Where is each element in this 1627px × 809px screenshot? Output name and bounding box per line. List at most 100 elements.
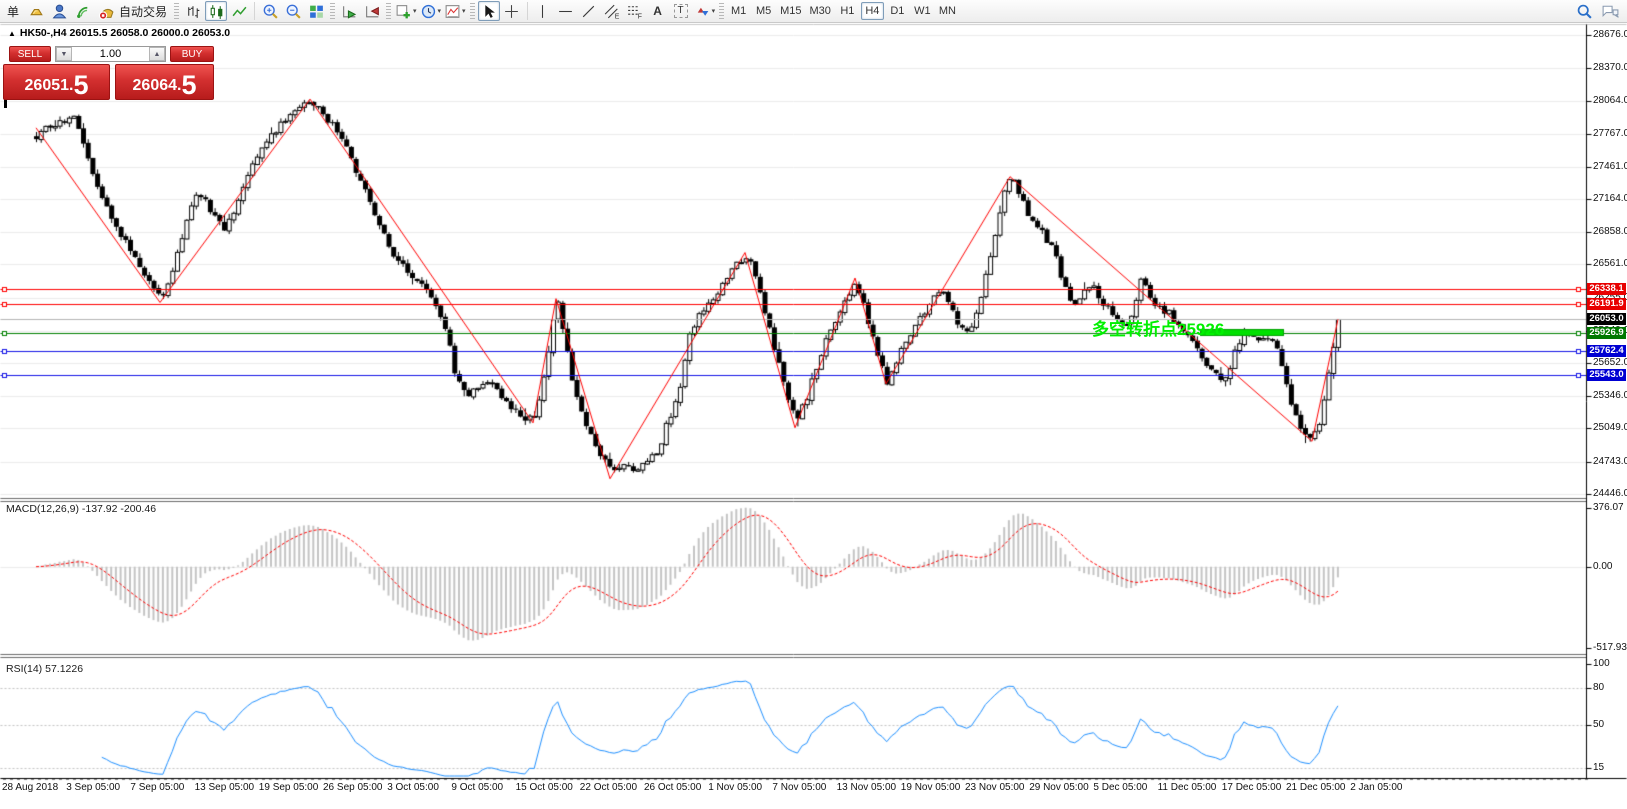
one-click-trading-panel: SELL ▼ 1.00 ▲ BUY 26051. 5 26064. 5 (3, 45, 214, 100)
price-axis-label: 24743.0 (1593, 455, 1627, 467)
time-axis-label: 26 Sep 05:00 (323, 782, 383, 793)
time-axis-label: 11 Dec 05:00 (1157, 782, 1217, 793)
sell-button[interactable]: SELL (9, 46, 51, 62)
volume-up-button[interactable]: ▲ (149, 47, 165, 61)
dropdown-caret[interactable]: ▾ (438, 7, 442, 15)
time-axis-label: 19 Nov 05:00 (900, 782, 961, 793)
rsi-axis-label: 50 (1593, 719, 1605, 730)
price-badge-26053.0: 26053.0 (1587, 313, 1626, 326)
buy-price-button[interactable]: 26064. 5 (115, 64, 214, 100)
autotrading-button[interactable]: 自动交易 (94, 1, 171, 21)
vertical-line-tool-button[interactable] (532, 1, 554, 21)
experts-icon[interactable] (48, 1, 70, 21)
price-badge-25543.0: 25543.0 (1587, 368, 1626, 381)
text-tool-button[interactable]: A (647, 1, 669, 21)
profiles-button[interactable]: ▾ (419, 1, 443, 21)
toolbar-grip (386, 3, 392, 19)
price-axis-label: 28064.0 (1593, 95, 1627, 107)
price-chart-canvas[interactable] (0, 0, 1627, 809)
timeframe-MN[interactable]: MN (936, 2, 959, 20)
price-badge-25926.9: 25926.9 (1587, 327, 1626, 340)
price-badge-25762.4: 25762.4 (1587, 345, 1626, 357)
timeframe-M1[interactable]: M1 (727, 2, 750, 20)
price-axis-label: 26858.0 (1593, 226, 1627, 238)
time-axis-label: 19 Sep 05:00 (258, 782, 319, 793)
trendline-tool-button[interactable] (578, 1, 600, 21)
price-axis-label: 26561.0 (1593, 258, 1627, 270)
price-axis-label: 25652.0 (1593, 356, 1627, 368)
time-axis-label: 9 Oct 05:00 (451, 782, 504, 793)
time-axis-label: 17 Dec 05:00 (1221, 782, 1282, 793)
tile-windows-button[interactable] (305, 1, 327, 21)
time-axis-label: 29 Nov 05:00 (1029, 782, 1089, 793)
candle-chart-button[interactable] (205, 1, 228, 21)
zoom-out-button[interactable] (282, 1, 304, 21)
timeframe-D1[interactable]: D1 (886, 2, 909, 20)
sell-price-big-digit: 5 (73, 70, 89, 100)
crosshair-tool-button[interactable] (501, 1, 523, 21)
time-axis-label: 13 Nov 05:00 (836, 782, 897, 793)
time-axis-label: 22 Oct 05:00 (579, 782, 638, 793)
timeframe-M30[interactable]: M30 (806, 2, 833, 20)
dropdown-caret[interactable]: ▾ (413, 7, 417, 15)
time-axis-label: 7 Sep 05:00 (130, 782, 185, 793)
zoom-in-button[interactable] (259, 1, 281, 21)
time-axis-label: 2 Jan 05:00 (1350, 782, 1403, 793)
timeframe-M5[interactable]: M5 (752, 2, 775, 20)
time-axis-label: 28 Aug 2018 (2, 782, 59, 793)
toolbar-grip (469, 3, 475, 19)
signal-icon[interactable] (71, 1, 93, 21)
svg-text:F: F (638, 13, 642, 20)
timeframe-M15[interactable]: M15 (777, 2, 804, 20)
timeframe-H1[interactable]: H1 (836, 2, 859, 20)
symbol-ohlc-text: HK50-,H4 26015.5 26058.0 26000.0 26053.0 (19, 27, 231, 39)
fibonacci-tool-button[interactable]: F (624, 1, 646, 21)
rsi-axis-label: 80 (1593, 682, 1605, 694)
rsi-axis-label: 100 (1593, 657, 1610, 669)
toolbar-separator (254, 2, 256, 20)
macd-value-signal: -200.46 (120, 503, 157, 515)
time-axis-label: 21 Dec 05:00 (1286, 782, 1346, 793)
time-axis-label: 5 Dec 05:00 (1093, 782, 1148, 793)
horizontal-line-tool-button[interactable] (555, 1, 577, 21)
macd-axis-label: 0.00 (1593, 560, 1613, 572)
indicators-button[interactable]: ▾ (443, 1, 467, 21)
price-axis-label: 28676.0 (1593, 29, 1627, 40)
volume-down-button[interactable]: ▼ (56, 47, 72, 61)
chart-annotation-text[interactable]: 多空转折点25926 (1092, 315, 1224, 340)
price-axis-label: 27461.0 (1593, 160, 1627, 172)
time-axis-label: 15 Oct 05:00 (515, 782, 573, 793)
new-chart-button[interactable]: ▾ (394, 1, 418, 21)
auto-scroll-button[interactable] (338, 1, 360, 21)
search-icon[interactable] (1573, 1, 1595, 21)
toolbar-separator (526, 2, 528, 20)
equidistant-channel-tool-button[interactable]: E (601, 1, 623, 21)
buy-button[interactable]: BUY (170, 46, 214, 62)
bar-chart-button[interactable] (182, 1, 204, 21)
sell-price-button[interactable]: 26051. 5 (3, 64, 110, 100)
new-order-button[interactable]: 单 (2, 1, 24, 21)
dropdown-caret[interactable]: ▾ (712, 7, 716, 15)
price-badge-26191.9: 26191.9 (1587, 298, 1626, 311)
toolbar-right (1573, 1, 1625, 21)
rsi-axis-label: 15 (1593, 761, 1605, 773)
chat-icon[interactable] (1599, 1, 1621, 21)
line-chart-button[interactable] (228, 1, 250, 21)
gold-icon[interactable] (25, 1, 47, 21)
toolbar-grip (330, 3, 336, 19)
timeframe-W1[interactable]: W1 (911, 2, 934, 20)
arrows-tool-button[interactable]: ▾ (693, 1, 717, 21)
chart-shift-button[interactable] (361, 1, 383, 21)
text-label-tool-button[interactable]: T (670, 1, 692, 21)
toolbar-grip (719, 3, 725, 19)
svg-text:E: E (615, 13, 620, 20)
volume-value[interactable]: 1.00 (72, 47, 149, 61)
dropdown-caret[interactable]: ▾ (462, 7, 466, 15)
macd-axis-label: 376.07 (1593, 501, 1624, 513)
cursor-tool-button[interactable] (477, 1, 500, 21)
time-axis-label: 7 Nov 05:00 (772, 782, 827, 793)
one-click-toggle-icon[interactable]: ▲ (8, 29, 16, 38)
sell-price-main: 26051. (24, 77, 74, 94)
time-axis-label: 26 Oct 05:00 (644, 782, 702, 793)
timeframe-H4[interactable]: H4 (860, 2, 884, 20)
